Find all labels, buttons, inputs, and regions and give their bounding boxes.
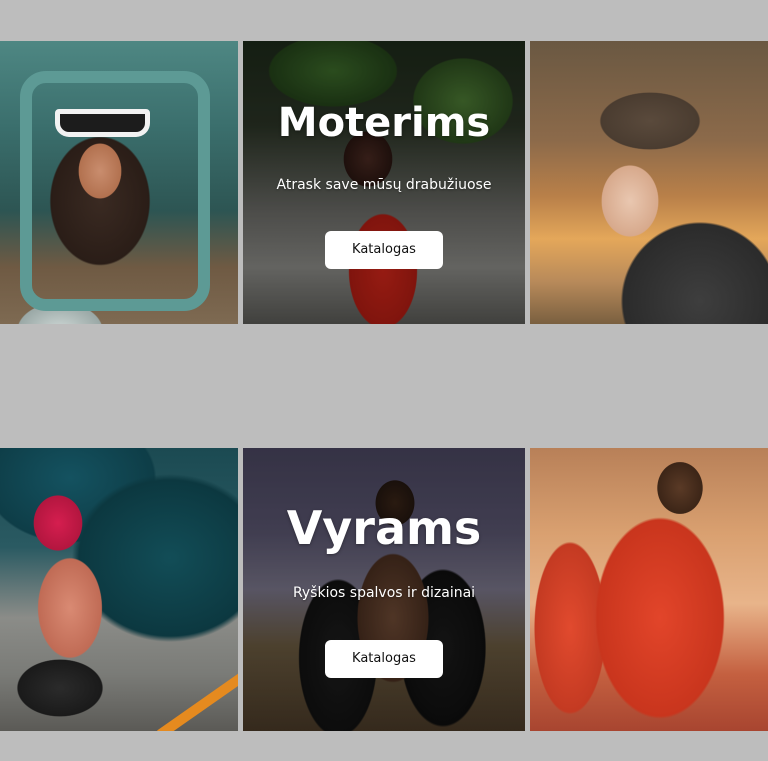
men-catalog-button[interactable]: Katalogas bbox=[325, 640, 443, 678]
women-catalog-button[interactable]: Katalogas bbox=[325, 231, 443, 269]
car-window-frame bbox=[20, 71, 210, 311]
women-subtitle: Atrask save mūsų drabužiuose bbox=[276, 177, 492, 193]
women-heading: Moterims bbox=[277, 100, 491, 146]
men-banner-content: Vyrams Ryškios spalvos ir dizainai Katal… bbox=[243, 448, 525, 731]
masked-man-smoke-image bbox=[0, 448, 238, 731]
women-section: Moterims Atrask save mūsų drabužiuose Ka… bbox=[0, 41, 768, 324]
woman-flat-cap-image bbox=[530, 41, 768, 324]
man-red-outfit-image bbox=[530, 448, 768, 731]
women-photo-right bbox=[530, 41, 768, 324]
men-subtitle: Ryškios spalvos ir dizainai bbox=[292, 585, 476, 601]
sunglasses-shape bbox=[55, 109, 150, 137]
men-photo-left bbox=[0, 448, 238, 731]
women-photo-left bbox=[0, 41, 238, 324]
men-photo-right bbox=[530, 448, 768, 731]
men-photo-center: Vyrams Ryškios spalvos ir dizainai Katal… bbox=[243, 448, 525, 731]
woman-in-car-image bbox=[0, 41, 238, 324]
men-heading: Vyrams bbox=[286, 501, 482, 555]
women-photo-center: Moterims Atrask save mūsų drabužiuose Ka… bbox=[243, 41, 525, 324]
men-section: Vyrams Ryškios spalvos ir dizainai Katal… bbox=[0, 448, 768, 731]
women-banner-content: Moterims Atrask save mūsų drabužiuose Ka… bbox=[243, 41, 525, 324]
road-line-shape bbox=[157, 667, 238, 731]
